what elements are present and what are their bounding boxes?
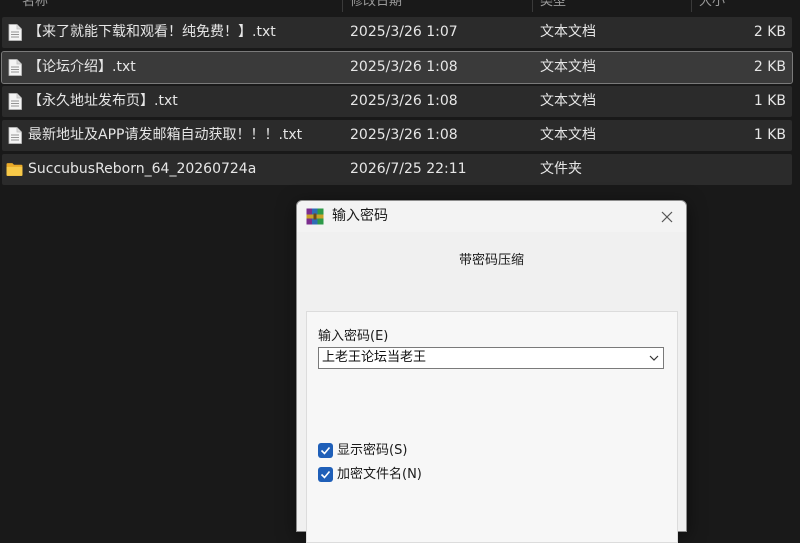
file-date: 2025/3/26 1:08 (350, 59, 458, 75)
dialog-panel (306, 311, 678, 543)
column-header: 名称 修改日期 类型 大小 (0, 0, 800, 12)
folder-row[interactable]: SuccubusReborn_64_20260724a 2026/7/25 22… (2, 154, 792, 185)
file-date: 2025/3/26 1:08 (350, 127, 458, 143)
file-name: 最新地址及APP请发邮箱自动获取！！！.txt (28, 127, 303, 143)
file-date: 2025/3/26 1:08 (350, 93, 458, 109)
file-row[interactable]: 【永久地址发布页】.txt 2025/3/26 1:08 文本文档 1 KB (2, 86, 792, 117)
file-size: 1 KB (753, 127, 786, 143)
file-row[interactable]: 【来了就能下载和观看！纯免费！】.txt 2025/3/26 1:07 文本文档… (2, 17, 792, 48)
file-type: 文本文档 (540, 59, 596, 75)
column-type-header[interactable]: 类型 (540, 0, 566, 10)
column-size-header[interactable]: 大小 (699, 0, 725, 10)
text-file-icon (8, 59, 22, 76)
file-size: 2 KB (753, 24, 786, 40)
text-file-icon (8, 127, 22, 144)
file-row[interactable]: 最新地址及APP请发邮箱自动获取！！！.txt 2025/3/26 1:08 文… (2, 120, 792, 151)
folder-name: SuccubusReborn_64_20260724a (28, 161, 257, 177)
text-file-icon (8, 24, 22, 41)
file-name: 【论坛介绍】.txt (28, 59, 136, 75)
checkbox-checked[interactable] (318, 467, 333, 482)
file-size: 1 KB (753, 93, 786, 109)
file-size: 2 KB (753, 59, 786, 75)
password-dialog: 输入密码 带密码压缩 输入密码(E) 上老王论坛当老王 显示密码(S) 加密文件… (296, 200, 687, 543)
password-value[interactable]: 上老王论坛当老王 (322, 348, 426, 368)
dialog-heading: 带密码压缩 (458, 253, 524, 268)
file-name: 【永久地址发布页】.txt (28, 93, 178, 109)
dialog-titlebar[interactable]: 输入密码 (297, 201, 686, 232)
file-date: 2025/3/26 1:07 (350, 24, 458, 40)
show-password-checkbox[interactable]: 显示密码(S) (318, 442, 438, 460)
file-type: 文件夹 (540, 161, 582, 177)
show-password-label: 显示密码(S) (337, 443, 408, 458)
dialog-title: 输入密码 (332, 208, 388, 224)
file-type: 文本文档 (540, 127, 596, 143)
column-name-header[interactable]: 名称 (22, 0, 48, 10)
column-separator[interactable] (691, 0, 692, 12)
file-type: 文本文档 (540, 93, 596, 109)
chevron-down-icon[interactable] (649, 354, 659, 362)
column-separator[interactable] (342, 0, 343, 12)
password-combobox[interactable]: 上老王论坛当老王 (318, 347, 664, 369)
checkmark-icon (320, 446, 331, 455)
file-name: 【来了就能下载和观看！纯免费！】.txt (28, 24, 276, 40)
folder-icon (6, 163, 23, 176)
checkmark-icon (320, 470, 331, 479)
password-label: 输入密码(E) (318, 329, 389, 344)
file-size (706, 154, 786, 185)
file-date: 2026/7/25 22:11 (350, 161, 467, 177)
column-date-header[interactable]: 修改日期 (350, 0, 402, 10)
text-file-icon (8, 93, 22, 110)
winrar-icon (306, 208, 324, 225)
checkbox-checked[interactable] (318, 443, 333, 458)
encrypt-filenames-checkbox[interactable]: 加密文件名(N) (318, 466, 448, 484)
encrypt-filenames-label: 加密文件名(N) (337, 467, 422, 482)
file-type: 文本文档 (540, 24, 596, 40)
column-separator[interactable] (532, 0, 533, 12)
file-row-selected[interactable]: 【论坛介绍】.txt 2025/3/26 1:08 文本文档 2 KB (1, 51, 793, 84)
close-icon[interactable] (658, 208, 676, 226)
